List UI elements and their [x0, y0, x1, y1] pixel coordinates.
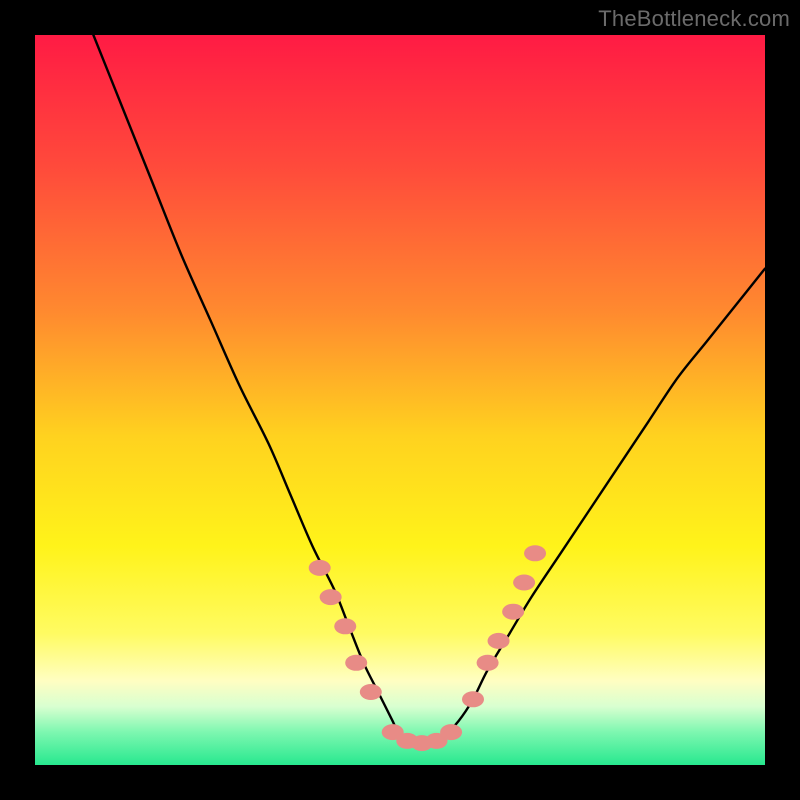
- curve-marker: [334, 618, 356, 634]
- curve-marker: [345, 655, 367, 671]
- plot-area: [35, 35, 765, 765]
- chart-svg: [35, 35, 765, 765]
- curve-marker: [360, 684, 382, 700]
- curve-marker: [477, 655, 499, 671]
- watermark-text: TheBottleneck.com: [598, 6, 790, 32]
- curve-marker: [440, 724, 462, 740]
- curve-marker: [513, 575, 535, 591]
- curve-marker: [488, 633, 510, 649]
- curve-marker: [502, 604, 524, 620]
- chart-frame: TheBottleneck.com: [0, 0, 800, 800]
- curve-marker: [462, 691, 484, 707]
- curve-marker: [320, 589, 342, 605]
- gradient-background: [35, 35, 765, 765]
- curve-marker: [309, 560, 331, 576]
- curve-marker: [524, 545, 546, 561]
